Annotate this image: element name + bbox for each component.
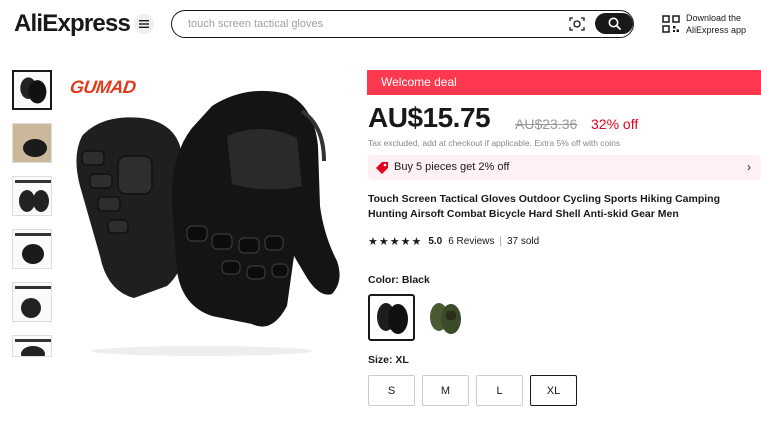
menu-icon [139, 20, 149, 28]
glove-thumbnail-image [15, 233, 51, 264]
glove-thumbnail-image [20, 77, 47, 104]
glove-thumbnail-image [13, 124, 51, 162]
download-app-link[interactable]: Download the AliExpress app [686, 12, 746, 36]
size-label: Size: XL [368, 354, 409, 366]
current-price: AU$15.75 [368, 102, 491, 133]
search-icon [608, 17, 621, 30]
size-option-s[interactable]: S [368, 375, 415, 406]
divider: | [499, 235, 502, 247]
bundle-offer-text: Buy 5 pieces get 2% off [394, 161, 510, 173]
glove-thumbnail-image [15, 339, 51, 356]
search-input[interactable] [188, 16, 548, 32]
welcome-deal-banner: Welcome deal [367, 70, 761, 95]
rating-value: 5.0 [428, 235, 443, 247]
thumbnail-6[interactable] [12, 335, 52, 357]
thumbnail-1[interactable] [12, 70, 52, 110]
color-label: Color: Black [368, 274, 430, 286]
reviews-link[interactable]: 6 Reviews [448, 236, 494, 247]
thumbnail-5[interactable] [12, 282, 52, 322]
green-glove-swatch-image [430, 303, 461, 334]
size-option-m[interactable]: M [422, 375, 469, 406]
menu-button[interactable] [134, 14, 154, 34]
thumbnail-4[interactable] [12, 229, 52, 269]
original-price: AU$23.36 [515, 116, 578, 132]
product-title: Touch Screen Tactical Gloves Outdoor Cyc… [368, 193, 721, 220]
bundle-offer[interactable]: Buy 5 pieces get 2% off › [368, 155, 761, 180]
search-bar [171, 10, 634, 38]
aliexpress-logo[interactable]: AliExpress [14, 10, 131, 38]
logo-text: AliExpress [14, 10, 131, 37]
tax-note: Tax excluded, add at checkout if applica… [368, 138, 621, 148]
rating-summary: ★★★★★ 5.0 6 Reviews | 37 sold [368, 234, 539, 248]
sold-count: 37 sold [506, 235, 540, 247]
brand-logo: GUMAD [68, 77, 137, 97]
thumbnail-2[interactable] [12, 123, 52, 163]
main-product-image[interactable]: GUMAD [62, 66, 356, 362]
thumbnail-3[interactable] [12, 176, 52, 216]
download-line2: AliExpress app [686, 25, 747, 35]
tactical-glove-illustration [76, 90, 340, 356]
size-option-xl[interactable]: XL [530, 375, 577, 406]
color-swatch-black[interactable] [368, 294, 415, 341]
search-button[interactable] [595, 13, 633, 34]
discount-percent: 32% off [591, 116, 639, 132]
black-glove-swatch-image [377, 303, 408, 334]
qr-code-icon[interactable] [662, 15, 680, 33]
size-option-l[interactable]: L [476, 375, 523, 406]
star-rating-icon: ★★★★★ [368, 235, 423, 248]
color-swatch-green[interactable] [421, 294, 468, 341]
camera-search-icon[interactable] [569, 17, 585, 31]
glove-thumbnail-image [15, 180, 51, 212]
price-tag-icon [376, 162, 388, 174]
download-line1: Download the [686, 13, 742, 23]
chevron-right-icon: › [747, 160, 751, 174]
glove-thumbnail-image [15, 286, 51, 318]
